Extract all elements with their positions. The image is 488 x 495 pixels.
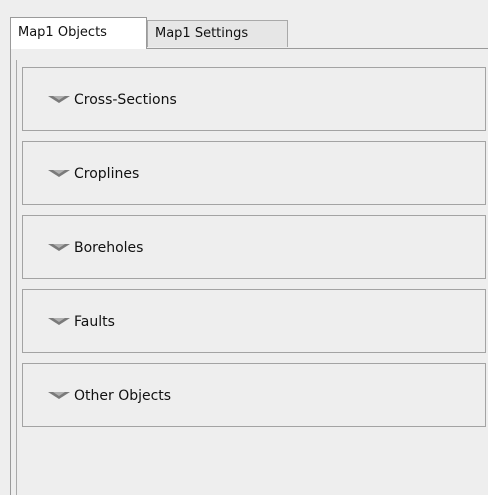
- tab-label: Map1 Settings: [155, 26, 249, 41]
- section-label: Croplines: [74, 166, 140, 182]
- expand-triangle-icon: [48, 170, 70, 177]
- tab-map1-settings[interactable]: Map1 Settings: [147, 20, 288, 47]
- expand-triangle-icon: [48, 96, 70, 103]
- section-label: Faults: [74, 314, 115, 330]
- tab-bar: Map1 Settings Map1 Objects: [10, 14, 488, 49]
- section-cross-sections[interactable]: Cross-Sections: [22, 67, 486, 131]
- section-boreholes[interactable]: Boreholes: [22, 215, 486, 279]
- section-croplines[interactable]: Croplines: [22, 141, 486, 205]
- section-other-objects[interactable]: Other Objects: [22, 363, 486, 427]
- map-objects-window: Map1 Settings Map1 Objects Cross-Section…: [0, 0, 488, 495]
- section-faults[interactable]: Faults: [22, 289, 486, 353]
- expand-triangle-icon: [48, 244, 70, 251]
- tab-label: Map1 Objects: [18, 25, 107, 40]
- tab-map1-objects[interactable]: Map1 Objects: [10, 17, 147, 49]
- section-label: Boreholes: [74, 240, 144, 256]
- section-label: Other Objects: [74, 388, 172, 404]
- expand-triangle-icon: [48, 392, 70, 399]
- panel-inner-edge: [16, 60, 17, 495]
- expand-triangle-icon: [48, 318, 70, 325]
- section-label: Cross-Sections: [74, 92, 177, 108]
